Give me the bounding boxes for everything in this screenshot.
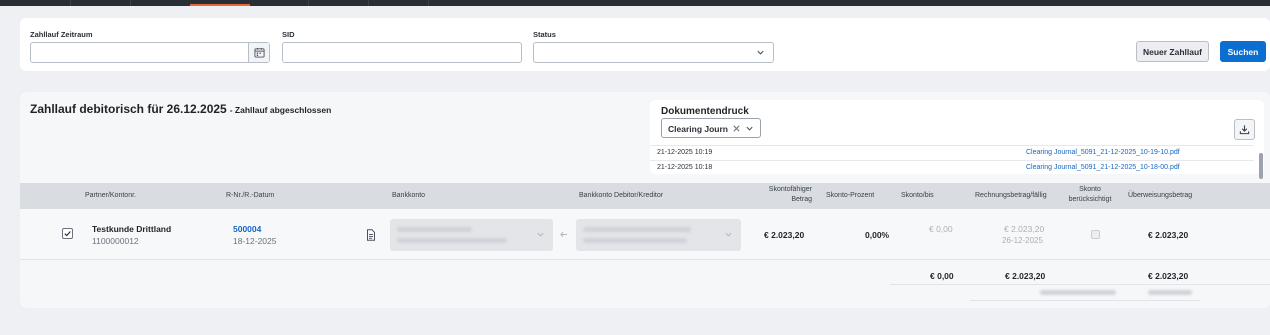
document-icon[interactable] bbox=[366, 229, 376, 241]
document-list-scrollbar[interactable] bbox=[1259, 153, 1263, 179]
top-navigation-bar bbox=[0, 0, 1270, 6]
calendar-button[interactable] bbox=[248, 43, 269, 62]
ueberweisungsbetrag: € 2.023,20 bbox=[1148, 230, 1189, 240]
col-skonto-bis: Skonto/bis bbox=[901, 192, 934, 199]
new-zahllauf-button[interactable]: Neuer Zahllauf bbox=[1136, 41, 1209, 62]
skonto-beruecksichtigt-checkbox[interactable] bbox=[1091, 230, 1100, 239]
table-row[interactable]: Testkunde Drittland 1100000012 500004 18… bbox=[20, 209, 1270, 260]
col-skonto-beruecksichtigt: Skonto berücksichtigt bbox=[1060, 185, 1120, 205]
partner-name: Testkunde Drittland bbox=[92, 224, 172, 234]
zeitraum-label: Zahllauf Zeitraum bbox=[30, 30, 93, 39]
document-print-panel: Dokumentendruck Clearing Journal 21-12-2… bbox=[650, 100, 1264, 179]
skontofaehiger-betrag: € 2.023,20 bbox=[764, 230, 805, 240]
status-label: Status bbox=[533, 30, 556, 39]
document-row: 21-12-2025 10:18 Clearing Journal_5091_2… bbox=[650, 160, 1254, 174]
arrow-left-icon bbox=[560, 231, 568, 238]
col-skontofaehig: Skontofähiger Betrag bbox=[750, 185, 812, 205]
col-skonto-prozent: Skonto-Prozent bbox=[826, 192, 875, 199]
chevron-down-icon bbox=[757, 50, 764, 55]
chevron-down-icon bbox=[537, 232, 544, 237]
col-skonto-ber-line1: Skonto bbox=[1079, 186, 1101, 193]
nav-separator bbox=[308, 0, 309, 6]
table-header: Partner/Kontonr. R-Nr./R.-Datum Bankkont… bbox=[20, 183, 1270, 209]
document-timestamp: 21-12-2025 10:18 bbox=[657, 164, 713, 171]
page-title: Zahllauf debitorisch für 26.12.2025- Zah… bbox=[30, 102, 331, 116]
total-skonto: € 0,00 bbox=[930, 271, 954, 281]
bankkonto-debitor-select[interactable] bbox=[576, 219, 741, 251]
bankkonto-select[interactable] bbox=[390, 219, 553, 251]
document-print-title: Dokumentendruck bbox=[661, 106, 749, 117]
status-subtitle: - Zahllauf abgeschlossen bbox=[229, 105, 332, 115]
nav-separator bbox=[70, 0, 71, 6]
nav-separator bbox=[368, 0, 369, 6]
sid-input[interactable] bbox=[282, 42, 522, 63]
document-timestamp: 21-12-2025 10:19 bbox=[657, 149, 713, 156]
nav-separator bbox=[130, 0, 131, 6]
status-select[interactable] bbox=[533, 42, 774, 63]
nav-separator bbox=[428, 0, 429, 6]
col-skontofaehig-line2: Betrag bbox=[791, 196, 812, 203]
totals-divider bbox=[970, 300, 1200, 301]
checkmark-icon bbox=[64, 231, 71, 237]
totals-divider bbox=[890, 284, 1270, 285]
sid-label: SID bbox=[282, 30, 295, 39]
filter-panel: Zahllauf Zeitraum SID Status Neuer Zahll… bbox=[20, 18, 1270, 71]
redacted-text bbox=[397, 227, 472, 232]
calendar-icon bbox=[253, 47, 265, 58]
document-link[interactable]: Clearing Journal_5091_21-12-2025_10-19-1… bbox=[1026, 149, 1180, 156]
chevron-down-icon bbox=[725, 232, 732, 237]
invoice-date: 18-12-2025 bbox=[233, 236, 277, 246]
zeitraum-input[interactable] bbox=[30, 42, 270, 63]
faellig-datum: 26-12-2025 bbox=[1002, 236, 1043, 245]
document-type-select[interactable]: Clearing Journal bbox=[661, 118, 761, 138]
col-bankkonto-debitor: Bankkonto Debitor/Kreditor bbox=[579, 192, 664, 199]
document-link[interactable]: Clearing Journal_5091_21-12-2025_10-18-0… bbox=[1026, 164, 1180, 171]
document-row: 21-12-2025 10:19 Clearing Journal_5091_2… bbox=[650, 145, 1254, 159]
active-tab-indicator bbox=[190, 4, 250, 6]
col-partner: Partner/Kontonr. bbox=[85, 192, 136, 199]
redacted-text bbox=[583, 227, 691, 232]
result-title: Zahllauf debitorisch für 26.12.2025 bbox=[30, 102, 227, 116]
invoice-number-link[interactable]: 500004 bbox=[233, 224, 261, 234]
chevron-down-icon[interactable] bbox=[745, 124, 754, 133]
redacted-text bbox=[583, 238, 687, 243]
total-ueberweisung: € 2.023,20 bbox=[1148, 271, 1189, 281]
total-rechnungsbetrag: € 2.023,20 bbox=[1005, 271, 1046, 281]
skonto-bis: € 0,00 bbox=[929, 224, 953, 234]
redacted-text bbox=[397, 238, 507, 243]
redacted-text bbox=[1040, 290, 1116, 295]
skonto-prozent: 0,00% bbox=[865, 230, 890, 240]
col-bankkonto: Bankkonto bbox=[392, 192, 426, 199]
zahllauf-result-panel: Zahllauf debitorisch für 26.12.2025- Zah… bbox=[20, 92, 1270, 308]
search-button[interactable]: Suchen bbox=[1220, 41, 1266, 62]
redacted-text bbox=[1148, 290, 1192, 295]
partner-number: 1100000012 bbox=[92, 236, 139, 246]
clear-icon[interactable] bbox=[732, 124, 741, 133]
document-type-value: Clearing Journal bbox=[668, 124, 728, 134]
col-rechnungsbetrag: Rechnungsbetrag/fällig bbox=[975, 192, 1047, 199]
row-checkbox[interactable] bbox=[62, 228, 73, 239]
rechnungsbetrag: € 2.023,20 bbox=[1004, 224, 1045, 234]
col-ueberweisung: Überweisungsbetrag bbox=[1128, 192, 1193, 199]
col-rnr: R-Nr./R.-Datum bbox=[226, 192, 275, 199]
download-button[interactable] bbox=[1234, 119, 1255, 140]
col-skontofaehig-line1: Skontofähiger bbox=[768, 186, 812, 193]
col-skonto-ber-line2: berücksichtigt bbox=[1068, 196, 1112, 203]
download-icon bbox=[1239, 125, 1250, 135]
